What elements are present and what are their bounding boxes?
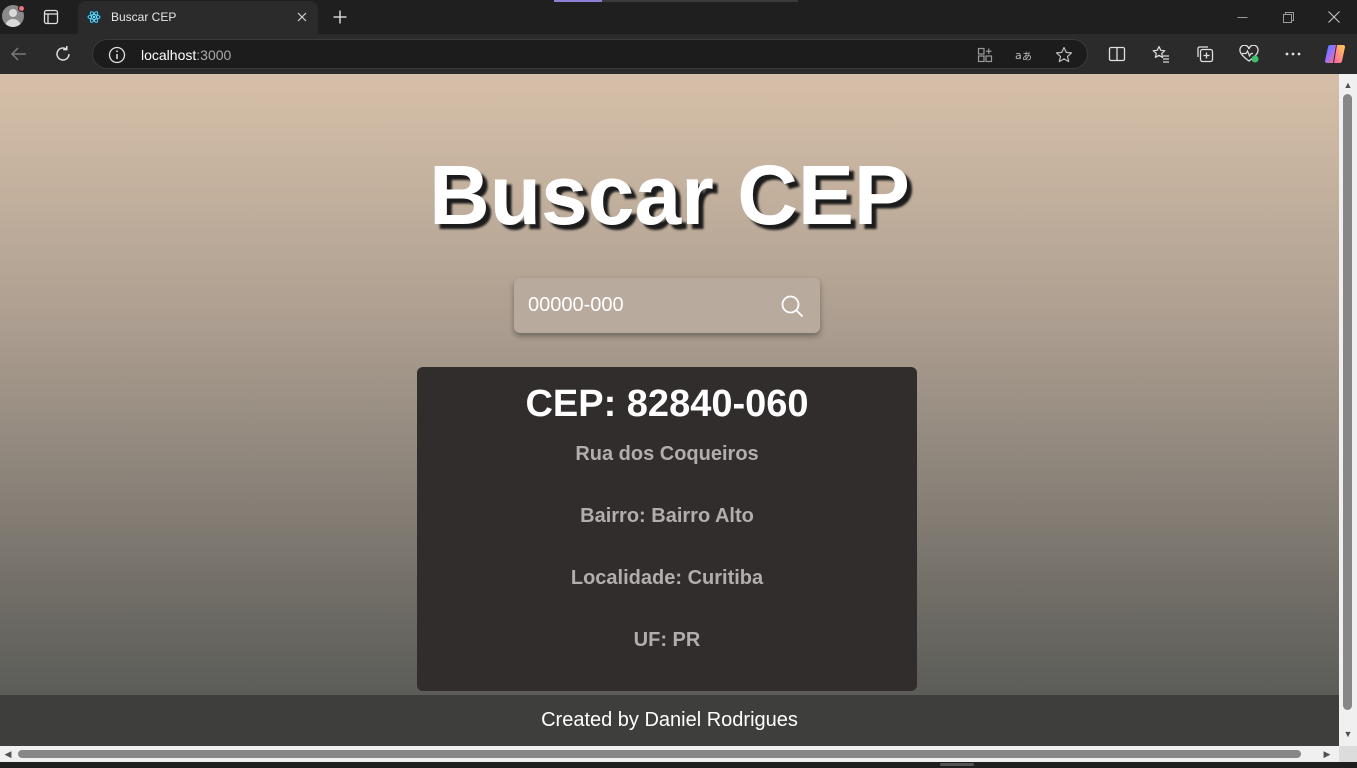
scroll-down-arrow-icon[interactable]: ▼: [1343, 729, 1353, 739]
browser-toolbar: localhost:3000 a あ: [0, 34, 1357, 74]
search-box: [514, 278, 820, 333]
logradouro-text: Rua dos Coqueiros: [575, 443, 759, 465]
tab-buscar-cep[interactable]: Buscar CEP: [78, 1, 318, 34]
url-text[interactable]: localhost:3000: [141, 47, 231, 63]
vertical-scroll-thumb[interactable]: [1343, 94, 1352, 710]
uf-text: UF: PR: [633, 629, 701, 651]
scroll-right-arrow-icon[interactable]: ▶: [1322, 748, 1332, 760]
split-screen-icon: [1108, 46, 1126, 62]
minimize-button[interactable]: [1230, 6, 1254, 28]
react-logo-icon: [86, 9, 102, 25]
copilot-icon: [1325, 45, 1345, 63]
refresh-icon: [56, 46, 70, 61]
bairro-text: Bairro: Bairro Alto: [580, 505, 754, 527]
page-viewport: Buscar CEP CEP: 82840-060 Rua dos Coquei…: [0, 74, 1339, 746]
minimize-icon: [1237, 16, 1247, 18]
tab-close-icon[interactable]: [294, 9, 310, 25]
scroll-left-arrow-icon[interactable]: ◀: [3, 748, 13, 760]
svg-text:a: a: [1015, 49, 1022, 62]
restore-button[interactable]: [1276, 6, 1300, 28]
search-icon: [781, 295, 803, 317]
tab-strip: Buscar CEP: [0, 0, 1357, 34]
refresh-button[interactable]: [50, 42, 76, 66]
page-title: Buscar CEP: [429, 148, 910, 242]
ellipsis-icon: [1285, 52, 1301, 56]
window-bottom-mark: [940, 763, 974, 766]
read-aloud-icon[interactable]: a あ: [1014, 45, 1034, 65]
favorite-star-icon[interactable]: [1054, 45, 1074, 65]
window-bottom-edge: [0, 762, 1357, 768]
browser-essentials-button[interactable]: [1236, 42, 1262, 66]
search-button[interactable]: [778, 292, 806, 320]
cep-search-input[interactable]: [514, 278, 764, 333]
cep-heading: CEP: 82840-060: [525, 383, 809, 425]
scrollbar-corner: [1339, 746, 1357, 762]
more-menu-button[interactable]: [1280, 42, 1306, 66]
copilot-button[interactable]: [1322, 42, 1348, 66]
tab-strip-accent: [554, 0, 602, 2]
address-bar[interactable]: localhost:3000 a あ: [92, 39, 1088, 69]
horizontal-scrollbar[interactable]: ◀ ▶: [0, 746, 1339, 762]
result-card: CEP: 82840-060 Rua dos Coqueiros Bairro:…: [417, 367, 917, 691]
back-button[interactable]: [6, 42, 32, 66]
close-icon: [1328, 11, 1340, 23]
footer-credit: Created by Daniel Rodrigues: [541, 709, 798, 731]
collections-button[interactable]: [1192, 42, 1218, 66]
split-screen-button[interactable]: [1104, 42, 1130, 66]
url-port: :3000: [196, 47, 232, 63]
vertical-scrollbar[interactable]: ▲ ▼: [1339, 74, 1357, 746]
tab-actions-icon: [43, 9, 59, 25]
tab-actions-button[interactable]: [36, 5, 66, 29]
notification-dot: [18, 5, 25, 12]
horizontal-scroll-thumb[interactable]: [18, 750, 1301, 758]
favorites-button[interactable]: [1148, 42, 1174, 66]
new-tab-button[interactable]: [328, 5, 352, 29]
collections-icon: [1197, 46, 1214, 63]
restore-icon: [1282, 11, 1294, 23]
info-icon[interactable]: [108, 46, 126, 64]
heart-pulse-icon: [1239, 45, 1259, 63]
tab-title: Buscar CEP: [111, 10, 177, 24]
arrow-left-icon: [10, 47, 26, 61]
scroll-up-arrow-icon[interactable]: ▲: [1343, 80, 1353, 90]
tab-strip-accent-2: [602, 0, 798, 2]
localidade-text: Localidade: Curitiba: [570, 567, 764, 589]
favorites-icon: [1152, 45, 1169, 63]
plus-icon: [333, 10, 347, 24]
close-window-button[interactable]: [1322, 6, 1346, 28]
svg-text:あ: あ: [1022, 51, 1032, 63]
app-available-icon[interactable]: [975, 45, 995, 65]
page-footer: Created by Daniel Rodrigues: [0, 695, 1339, 746]
url-host: localhost: [141, 47, 197, 63]
